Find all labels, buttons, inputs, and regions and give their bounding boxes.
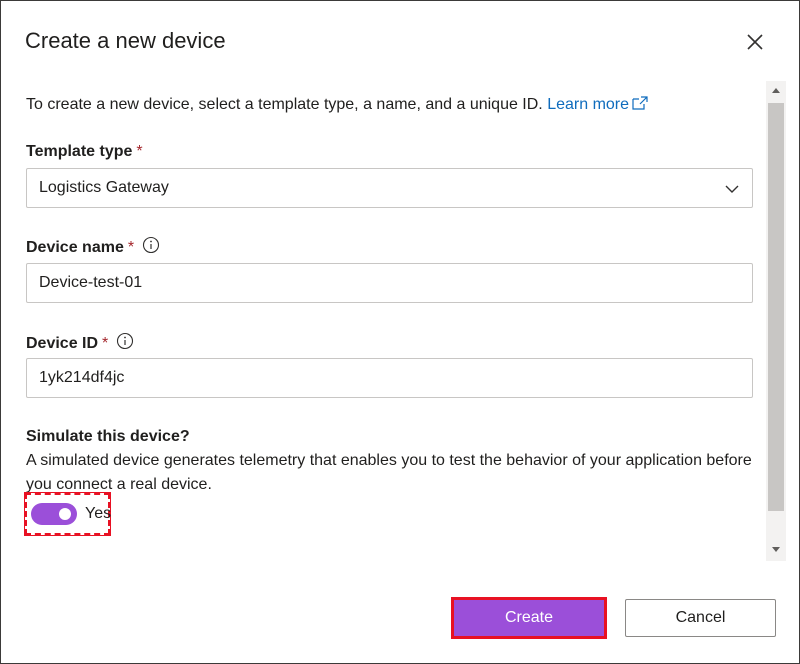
- required-mark: *: [136, 143, 143, 160]
- info-icon[interactable]: [116, 332, 134, 350]
- info-icon[interactable]: [142, 236, 160, 254]
- close-icon: [747, 34, 763, 50]
- required-mark: *: [127, 239, 135, 256]
- required-mark: *: [102, 335, 109, 352]
- learn-more-label: Learn more: [547, 96, 630, 113]
- template-type-dropdown[interactable]: Logistics Gateway: [26, 168, 753, 208]
- scrollbar-thumb[interactable]: [768, 103, 784, 511]
- simulate-toggle[interactable]: [31, 503, 77, 525]
- device-id-label: Device ID *: [26, 332, 134, 353]
- cancel-button[interactable]: Cancel: [625, 599, 776, 637]
- close-button[interactable]: [743, 30, 767, 54]
- device-name-label: Device name *: [26, 236, 160, 257]
- chevron-down-icon: [725, 185, 739, 193]
- learn-more-link[interactable]: Learn more: [547, 96, 648, 113]
- simulate-label: Simulate this device?: [26, 428, 190, 445]
- scroll-down-icon[interactable]: [771, 546, 781, 554]
- dialog-body: To create a new device, select a templat…: [1, 81, 786, 561]
- device-id-input[interactable]: 1yk214df4jc: [26, 358, 753, 398]
- device-name-input[interactable]: Device-test-01: [26, 263, 753, 303]
- template-type-value: Logistics Gateway: [39, 179, 169, 196]
- device-name-value: Device-test-01: [39, 274, 143, 291]
- scroll-up-icon[interactable]: [771, 86, 781, 94]
- dialog-title: Create a new device: [25, 28, 226, 53]
- device-name-text: Device name: [26, 239, 124, 256]
- simulate-toggle-highlight: Yes: [24, 492, 112, 536]
- device-id-value: 1yk214df4jc: [39, 369, 125, 386]
- toggle-state-label: Yes: [85, 505, 112, 522]
- simulate-description: A simulated device generates telemetry t…: [26, 452, 752, 493]
- create-device-dialog: Create a new device To create a new devi…: [0, 0, 800, 664]
- intro-sentence: To create a new device, select a templat…: [26, 96, 543, 113]
- external-link-icon: [632, 96, 648, 110]
- toggle-knob: [59, 508, 71, 520]
- template-type-text: Template type: [26, 143, 133, 160]
- template-type-label: Template type *: [26, 143, 143, 161]
- create-button[interactable]: Create: [451, 597, 607, 639]
- device-id-text: Device ID: [26, 335, 99, 352]
- intro-text: To create a new device, select a templat…: [26, 96, 648, 114]
